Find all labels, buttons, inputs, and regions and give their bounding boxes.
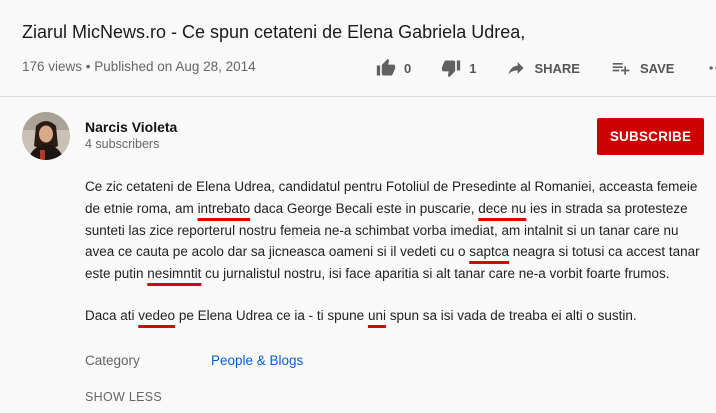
- channel-avatar[interactable]: [22, 112, 70, 160]
- share-arrow-icon: [508, 62, 524, 75]
- dislike-count: 1: [469, 60, 477, 76]
- underlined-word: uni: [367, 307, 386, 323]
- description-paragraph: Daca ati vedeo pe Elena Udrea ce ia - ti…: [85, 305, 700, 327]
- category-link[interactable]: People & Blogs: [211, 353, 303, 368]
- description-text: spun sa isi vada de treaba ei alti o sus…: [385, 307, 637, 323]
- underlined-word: nesimntit: [147, 266, 202, 282]
- category-label: Category: [85, 353, 140, 368]
- save-button[interactable]: SAVE: [610, 58, 674, 78]
- underlined-word: intrebato: [197, 200, 251, 216]
- description-text: Daca ati: [85, 307, 139, 323]
- subscribe-button[interactable]: SUBSCRIBE: [597, 118, 704, 155]
- video-title: Ziarul MicNews.ro - Ce spun cetateni de …: [22, 22, 526, 42]
- playlist-add-icon: [612, 63, 630, 75]
- underlined-word: saptca: [469, 244, 510, 260]
- section-divider: [0, 96, 716, 97]
- description-text: cu jurnalistul nostru, isi face aparitia…: [201, 266, 670, 282]
- underlined-word: vedeo: [138, 307, 176, 323]
- show-less-button[interactable]: SHOW LESS: [85, 390, 162, 404]
- description-text: daca George Becali este in puscarie,: [250, 200, 479, 216]
- subscriber-count: 4 subscribers: [85, 137, 160, 151]
- thumbs-up-icon: [376, 58, 396, 76]
- like-count: 0: [404, 60, 412, 76]
- share-label: SHARE: [534, 60, 580, 76]
- thumbs-down-icon: [442, 60, 461, 78]
- underlined-word: dece nu: [478, 200, 527, 216]
- channel-name[interactable]: Narcis Violeta: [85, 119, 177, 135]
- more-actions-button[interactable]: [706, 58, 716, 78]
- more-horizontal-icon: [709, 66, 716, 70]
- video-description: Ce zic cetateni de Elena Udrea, candidat…: [85, 176, 700, 327]
- video-actions: 0 1 SHARE SAVE: [376, 57, 716, 79]
- description-paragraph: Ce zic cetateni de Elena Udrea, candidat…: [85, 176, 700, 285]
- dislike-button[interactable]: 1: [441, 58, 476, 78]
- share-button[interactable]: SHARE: [506, 58, 580, 78]
- video-meta: 176 views • Published on Aug 28, 2014: [22, 59, 256, 74]
- like-button[interactable]: 0: [376, 58, 411, 78]
- save-label: SAVE: [639, 60, 675, 76]
- description-text: pe Elena Udrea ce ia - ti spune: [175, 307, 368, 323]
